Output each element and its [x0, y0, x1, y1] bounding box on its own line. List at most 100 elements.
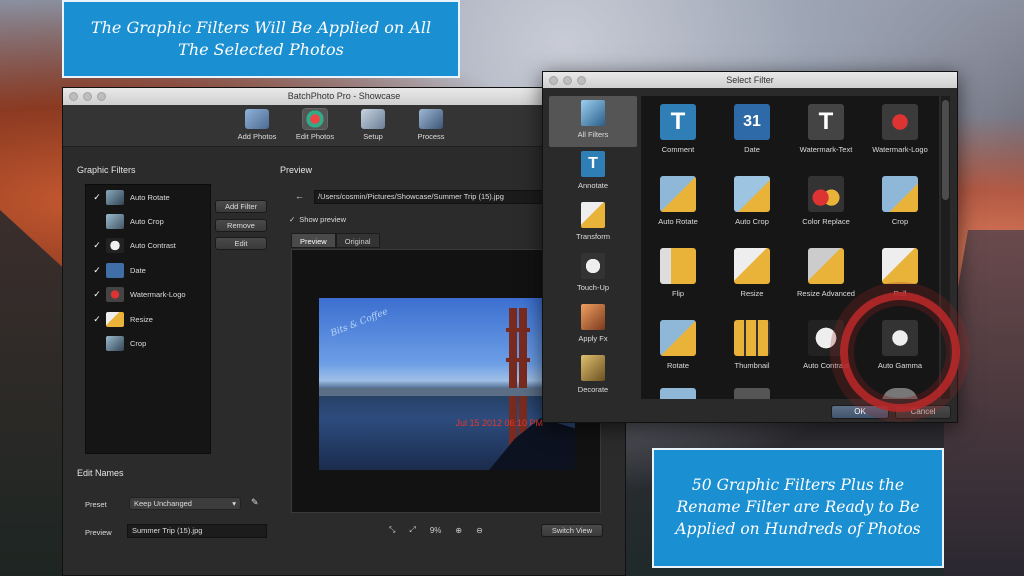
auto-contrast-icon: [106, 238, 124, 254]
dialog-minimize-button[interactable]: [563, 76, 572, 85]
switch-view-button[interactable]: Switch View: [541, 524, 603, 537]
zoom-controls: ⤡ ⤢ 9% ⊕ ⊖: [389, 525, 483, 535]
edit-photos-label: Edit Photos: [295, 132, 335, 141]
filter-label: Crop: [130, 339, 147, 349]
filter-item-date[interactable]: 31 Date: [715, 104, 789, 154]
graphic-filters-title: Graphic Filters: [77, 165, 136, 175]
filter-row-date[interactable]: ✓ Date: [86, 258, 210, 282]
category-label: Annotate: [577, 181, 609, 190]
filter-row-auto-crop[interactable]: Auto Crop: [86, 209, 210, 233]
setup-button[interactable]: Setup: [348, 109, 398, 146]
filter-item-color-replace[interactable]: Color Replace: [789, 176, 863, 226]
filter-item-label: Watermark-Logo: [872, 145, 928, 154]
edit-photos-icon: [303, 109, 327, 129]
filter-label: Auto Rotate: [130, 192, 170, 202]
add-photos-button[interactable]: Add Photos: [232, 109, 282, 146]
show-preview-toggle[interactable]: ✓ Show preview: [289, 215, 346, 224]
filter-checkbox[interactable]: ✓: [91, 192, 103, 203]
main-window-title: BatchPhoto Pro - Showcase: [287, 91, 401, 101]
minimize-window-button[interactable]: [83, 92, 92, 101]
filter-row-auto-rotate[interactable]: ✓ Auto Rotate: [86, 185, 210, 209]
filter-row-auto-contrast[interactable]: ✓ Auto Contrast: [86, 234, 210, 258]
preset-select[interactable]: Keep Unchanged ▾: [129, 497, 241, 510]
filter-checkbox[interactable]: ✓: [91, 314, 103, 325]
filter-item-rotate[interactable]: Rotate: [641, 320, 715, 370]
scrollbar-thumb[interactable]: [942, 100, 949, 200]
zoom-out-icon[interactable]: ⊖: [476, 526, 483, 535]
comment-icon: T: [660, 104, 696, 140]
filter-item-roll[interactable]: Roll: [863, 248, 937, 298]
filter-item-label: Resize Advanced: [797, 289, 855, 298]
close-window-button[interactable]: [69, 92, 78, 101]
preset-value: Keep Unchanged: [134, 499, 192, 508]
filter-item-auto-crop[interactable]: Auto Crop: [715, 176, 789, 226]
remove-filter-button[interactable]: Remove: [215, 219, 267, 232]
category-label: Transform: [576, 232, 610, 241]
actual-size-icon[interactable]: ⤢: [409, 525, 415, 535]
filter-item-crop[interactable]: Crop: [863, 176, 937, 226]
zoom-in-icon[interactable]: ⊕: [455, 526, 462, 535]
edit-photos-button[interactable]: Edit Photos: [290, 109, 340, 146]
category-annotate[interactable]: T Annotate: [549, 147, 637, 198]
edit-filter-button[interactable]: Edit: [215, 237, 267, 250]
banner-bottom: 50 Graphic Filters Plus the Rename Filte…: [652, 448, 944, 568]
add-photos-icon: [245, 109, 269, 129]
dialog-titlebar: Select Filter: [543, 72, 957, 88]
category-transform[interactable]: Transform: [549, 198, 637, 249]
add-filter-button[interactable]: Add Filter: [215, 200, 267, 213]
setup-label: Setup: [363, 132, 383, 141]
bridge-beam: [506, 358, 530, 362]
filter-item-flip[interactable]: Flip: [641, 248, 715, 298]
pencil-icon[interactable]: ✎: [251, 497, 259, 508]
category-decorate[interactable]: Decorate: [549, 351, 637, 402]
filter-item-auto-rotate[interactable]: Auto Rotate: [641, 176, 715, 226]
filter-item-label: Resize: [740, 289, 764, 298]
filter-item-label: Comment: [661, 145, 695, 154]
filter-checkbox[interactable]: ✓: [91, 289, 103, 300]
filter-item-resize[interactable]: Resize: [715, 248, 789, 298]
filter-item-watermark-text[interactable]: T Watermark-Text: [789, 104, 863, 154]
category-apply-fx[interactable]: Apply Fx: [549, 300, 637, 351]
photo-path-field: /Users/cosmin/Pictures/Showcase/Summer T…: [314, 190, 544, 204]
watermark-logo-icon: [106, 287, 124, 303]
filter-item-watermark-logo[interactable]: Watermark-Logo: [863, 104, 937, 154]
setup-icon: [361, 109, 385, 129]
back-arrow-icon[interactable]: ←: [295, 191, 304, 201]
process-label: Process: [417, 132, 445, 141]
dialog-close-button[interactable]: [549, 76, 558, 85]
dialog-window-controls: [549, 76, 586, 85]
auto-rotate-icon: [660, 176, 696, 212]
filter-item-comment[interactable]: T Comment: [641, 104, 715, 154]
show-preview-checkbox[interactable]: ✓: [289, 215, 295, 224]
flip-icon: [660, 248, 696, 284]
filter-item-label: Auto Rotate: [658, 217, 698, 226]
filter-category-list: All Filters T Annotate Transform Touch-U…: [549, 96, 637, 408]
zoom-window-button[interactable]: [97, 92, 106, 101]
preview-title: Preview: [280, 165, 313, 175]
calendar-icon: [106, 262, 124, 278]
filter-item-label: Crop: [891, 217, 909, 226]
auto-crop-icon: [106, 214, 124, 230]
filter-item-resize-advanced[interactable]: Resize Advanced: [789, 248, 863, 298]
fit-icon[interactable]: ⤡: [389, 525, 395, 535]
filter-row-resize[interactable]: ✓ Resize: [86, 307, 210, 331]
filter-checkbox[interactable]: ✓: [91, 265, 103, 276]
touch-up-icon: [581, 253, 605, 279]
tab-preview[interactable]: Preview: [291, 233, 336, 248]
filter-item-thumbnail[interactable]: Thumbnail: [715, 320, 789, 370]
brightness-icon: [734, 388, 770, 399]
dialog-zoom-button[interactable]: [577, 76, 586, 85]
filter-checkbox[interactable]: ✓: [91, 240, 103, 251]
category-all-filters[interactable]: All Filters: [549, 96, 637, 147]
zoom-level: 9%: [429, 525, 442, 535]
apply-fx-icon: [581, 304, 605, 330]
main-toolbar: Add Photos Edit Photos Setup Process: [63, 105, 625, 147]
category-touch-up[interactable]: Touch-Up: [549, 249, 637, 300]
decorate-icon: [581, 355, 605, 381]
filter-row-crop[interactable]: Crop: [86, 331, 210, 355]
process-button[interactable]: Process: [406, 109, 456, 146]
chevron-down-icon: ▾: [232, 499, 236, 508]
tab-original[interactable]: Original: [335, 233, 380, 248]
banner-bottom-text: 50 Graphic Filters Plus the Rename Filte…: [675, 476, 921, 538]
filter-row-watermark-logo[interactable]: ✓ Watermark-Logo: [86, 283, 210, 307]
